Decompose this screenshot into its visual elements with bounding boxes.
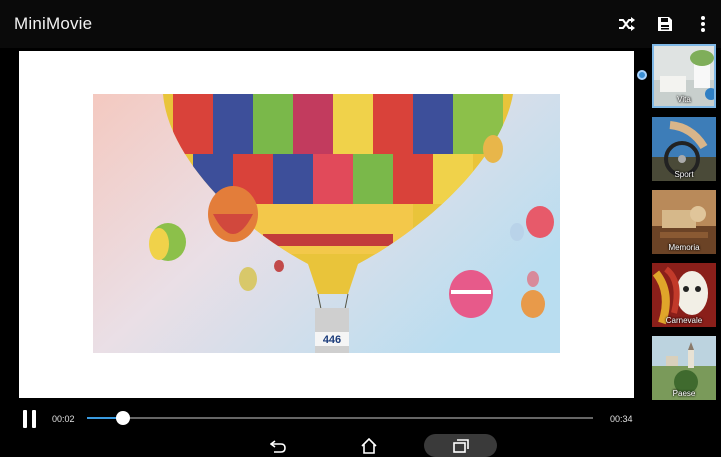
save-icon[interactable]	[653, 12, 677, 36]
system-nav-bar	[0, 434, 721, 457]
theme-list: Vita Sport Memoria Carnevale Paese	[652, 44, 719, 409]
theme-item-memoria[interactable]: Memoria	[652, 190, 716, 254]
preview-photo: 446	[93, 94, 560, 353]
theme-label: Memoria	[668, 243, 700, 252]
theme-item-carnevale[interactable]: Carnevale	[652, 263, 716, 327]
video-preview[interactable]: 446	[19, 51, 634, 398]
theme-item-sport[interactable]: Sport	[652, 117, 716, 181]
playback-controls: 00:02 00:34	[0, 400, 721, 436]
shuffle-icon[interactable]	[615, 12, 639, 36]
theme-label: Sport	[674, 170, 694, 179]
app-bar: MiniMovie	[0, 0, 721, 48]
seek-bar[interactable]	[87, 411, 593, 425]
pause-icon[interactable]	[22, 410, 38, 428]
theme-item-paese[interactable]: Paese	[652, 336, 716, 400]
current-time: 00:02	[52, 414, 75, 424]
recents-button[interactable]	[424, 434, 497, 457]
seek-thumb[interactable]	[116, 411, 131, 425]
theme-label: Carnevale	[665, 316, 703, 325]
theme-label: Vita	[677, 95, 691, 104]
selection-indicator	[637, 70, 647, 80]
theme-item-vita[interactable]: Vita	[652, 44, 716, 108]
more-vert-icon[interactable]	[691, 12, 715, 36]
toolbar-actions	[615, 12, 715, 36]
back-icon[interactable]	[266, 436, 290, 456]
home-icon[interactable]	[357, 436, 381, 456]
recents-icon	[449, 436, 473, 456]
app-title: MiniMovie	[14, 14, 93, 33]
basket-number: 446	[323, 334, 341, 346]
theme-label: Paese	[672, 389, 696, 398]
total-time: 00:34	[610, 414, 633, 424]
